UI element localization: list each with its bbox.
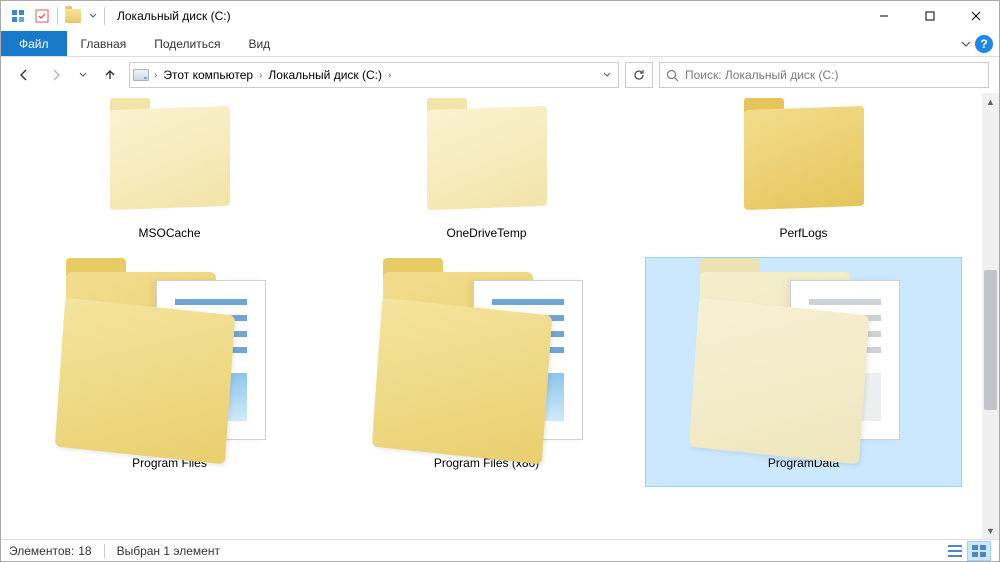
folder-icon bbox=[377, 262, 597, 452]
folder-item[interactable]: Program Files bbox=[11, 257, 328, 487]
ribbon-tab-file[interactable]: Файл bbox=[1, 31, 67, 56]
folder-icon bbox=[694, 262, 914, 452]
help-icon[interactable]: ? bbox=[975, 35, 993, 53]
separator bbox=[57, 7, 58, 25]
quick-access-toolbar: Локальный диск (C:) bbox=[1, 5, 237, 27]
breadcrumb-root[interactable]: Этот компьютер bbox=[159, 63, 257, 87]
qat-properties-icon[interactable] bbox=[7, 5, 29, 27]
search-box[interactable] bbox=[659, 62, 989, 88]
separator bbox=[104, 7, 105, 25]
ribbon-tab-view[interactable]: Вид bbox=[234, 31, 284, 56]
item-label: MSOCache bbox=[138, 226, 200, 240]
folder-icon bbox=[417, 102, 557, 222]
ribbon-tabs: Файл Главная Поделиться Вид ? bbox=[1, 31, 999, 57]
navigation-bar: › Этот компьютер › Локальный диск (C:) › bbox=[1, 57, 999, 93]
window-controls bbox=[861, 1, 999, 31]
chevron-right-icon[interactable]: › bbox=[152, 70, 159, 81]
items-view[interactable]: MSOCache OneDriveTemp PerfLogs Program F… bbox=[1, 93, 982, 539]
vertical-scrollbar[interactable]: ▲ ▼ bbox=[982, 93, 999, 539]
view-mode-toggle bbox=[943, 541, 991, 561]
minimize-button[interactable] bbox=[861, 1, 907, 31]
window-title: Локальный диск (C:) bbox=[117, 9, 231, 23]
folder-item[interactable]: Program Files (x86) bbox=[328, 257, 645, 487]
folder-item[interactable]: PerfLogs bbox=[645, 97, 962, 257]
forward-button[interactable] bbox=[43, 62, 69, 88]
details-view-button[interactable] bbox=[943, 541, 967, 561]
large-icons-view-button[interactable] bbox=[967, 541, 991, 561]
item-label: PerfLogs bbox=[779, 226, 827, 240]
status-item-count: Элементов: 18 bbox=[9, 544, 92, 558]
ribbon-tab-home[interactable]: Главная bbox=[67, 31, 141, 56]
chevron-right-icon[interactable]: › bbox=[257, 70, 264, 81]
folder-icon bbox=[60, 262, 280, 452]
address-dropdown-icon[interactable] bbox=[596, 71, 618, 79]
refresh-button[interactable] bbox=[625, 62, 653, 88]
status-bar: Элементов: 18 Выбран 1 элемент bbox=[1, 539, 999, 561]
scroll-thumb[interactable] bbox=[984, 270, 997, 410]
recent-locations-button[interactable] bbox=[75, 62, 91, 88]
breadcrumb-current[interactable]: Локальный диск (C:) bbox=[264, 63, 386, 87]
ribbon-expand-icon[interactable] bbox=[961, 39, 971, 49]
address-bar[interactable]: › Этот компьютер › Локальный диск (C:) › bbox=[129, 62, 619, 88]
title-folder-icon bbox=[62, 5, 84, 27]
scroll-up-button[interactable]: ▲ bbox=[982, 93, 999, 110]
scroll-down-button[interactable]: ▼ bbox=[982, 522, 999, 539]
maximize-button[interactable] bbox=[907, 1, 953, 31]
back-button[interactable] bbox=[11, 62, 37, 88]
folder-item[interactable]: OneDriveTemp bbox=[328, 97, 645, 257]
search-icon bbox=[666, 69, 679, 82]
chevron-right-icon[interactable]: › bbox=[386, 70, 393, 81]
ribbon-tab-share[interactable]: Поделиться bbox=[140, 31, 234, 56]
folder-icon bbox=[734, 102, 874, 222]
folder-icon bbox=[100, 102, 240, 222]
item-label: OneDriveTemp bbox=[446, 226, 526, 240]
separator bbox=[104, 544, 105, 558]
status-selection: Выбран 1 элемент bbox=[117, 544, 220, 558]
search-input[interactable] bbox=[685, 68, 982, 82]
qat-dropdown-icon[interactable] bbox=[31, 5, 53, 27]
scroll-track[interactable] bbox=[982, 110, 999, 522]
drive-icon bbox=[130, 69, 152, 81]
folder-item-selected[interactable]: ProgramData bbox=[645, 257, 962, 487]
close-button[interactable] bbox=[953, 1, 999, 31]
folder-item[interactable]: MSOCache bbox=[11, 97, 328, 257]
qat-chevron-down-icon[interactable] bbox=[86, 5, 100, 27]
up-button[interactable] bbox=[97, 62, 123, 88]
title-bar: Локальный диск (C:) bbox=[1, 1, 999, 31]
